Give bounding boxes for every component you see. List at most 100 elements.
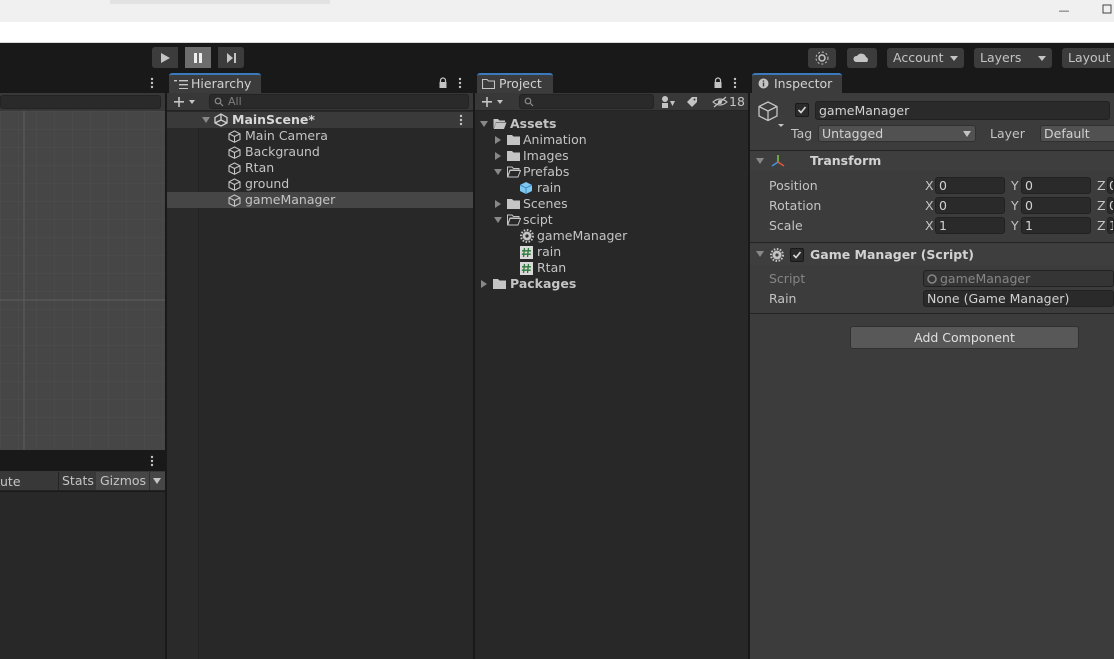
scene-kebab-icon[interactable] [458, 113, 464, 127]
tab-hierarchy[interactable]: Hierarchy [169, 73, 261, 93]
collapse-arrow-icon[interactable] [495, 200, 501, 208]
tab-inspector[interactable]: Inspector [752, 73, 842, 93]
object-name-input[interactable]: gameManager [815, 101, 1110, 120]
create-asset-button[interactable] [481, 95, 507, 109]
position-y-input[interactable]: 0 [1021, 177, 1091, 194]
tree-label: rain [537, 180, 562, 195]
project-kebab-icon[interactable] [731, 76, 739, 90]
services-button[interactable] [808, 48, 836, 68]
account-dropdown[interactable]: Account [887, 48, 964, 68]
scale-x-input[interactable]: 1 [935, 217, 1005, 234]
mute-audio-toggle[interactable]: ute Audio [0, 473, 55, 506]
step-button[interactable] [218, 47, 244, 68]
hierarchy-item[interactable]: Main Camera [167, 128, 473, 144]
object-icon-button[interactable] [756, 100, 786, 128]
pause-button[interactable] [185, 47, 211, 68]
scene-row[interactable]: MainScene* [167, 112, 473, 128]
rotation-label[interactable]: Rotation [769, 197, 821, 214]
tree-item-prefabs[interactable]: Prefabs [475, 164, 748, 180]
project-lock-icon[interactable] [713, 77, 723, 89]
rain-label[interactable]: Rain [769, 290, 796, 307]
y-label[interactable]: Y [1011, 197, 1019, 214]
tree-item-assets[interactable]: Assets [475, 116, 748, 132]
scene-tabbar [0, 73, 165, 93]
tree-item-packages[interactable]: Packages [475, 276, 748, 292]
hierarchy-item[interactable]: Backgraund [167, 144, 473, 160]
tree-item-gamemanager-script[interactable]: gameManager [475, 228, 748, 244]
hierarchy-lock-icon[interactable] [438, 77, 448, 89]
position-x-input[interactable]: 0 [935, 177, 1005, 194]
active-checkbox[interactable] [795, 103, 809, 117]
tag-dropdown[interactable]: Untagged [818, 125, 976, 142]
expand-arrow-icon[interactable] [756, 158, 764, 164]
maximize-icon[interactable] [1100, 4, 1114, 18]
rotation-x-input[interactable]: 0 [935, 197, 1005, 214]
position-label[interactable]: Position [769, 177, 818, 194]
collapse-arrow-icon[interactable] [495, 152, 501, 160]
scene-kebab-icon[interactable] [148, 76, 156, 90]
x-label[interactable]: X [925, 177, 934, 194]
scene-view[interactable] [0, 111, 165, 450]
rain-object-field[interactable]: None (Game Manager) [923, 290, 1114, 307]
collapse-arrow-icon[interactable] [495, 136, 501, 144]
play-button[interactable] [152, 47, 178, 68]
x-label[interactable]: X [925, 197, 934, 214]
scale-z-input[interactable]: 1 [1107, 217, 1114, 234]
position-z-input[interactable]: 0 [1107, 177, 1114, 194]
expand-arrow-icon[interactable] [202, 117, 210, 123]
hierarchy-search-input[interactable]: All [209, 94, 469, 109]
z-label[interactable]: Z [1097, 217, 1106, 234]
script-enabled-checkbox[interactable] [790, 248, 804, 262]
minimize-icon[interactable]: — [1057, 4, 1071, 18]
tree-item-scenes[interactable]: Scenes [475, 196, 748, 212]
y-label[interactable]: Y [1011, 217, 1019, 234]
layout-dropdown[interactable]: Layout [1062, 48, 1114, 68]
scene-search-field[interactable] [0, 95, 161, 109]
tree-item-animation[interactable]: Animation [475, 132, 748, 148]
layers-label: Layers [980, 50, 1022, 65]
cloud-button[interactable] [847, 48, 877, 68]
expand-arrow-icon[interactable] [494, 169, 502, 175]
z-label[interactable]: Z [1097, 197, 1106, 214]
hierarchy-search-placeholder: All [228, 95, 242, 108]
scale-y-input[interactable]: 1 [1021, 217, 1091, 234]
y-label[interactable]: Y [1011, 177, 1019, 194]
x-label[interactable]: X [925, 217, 934, 234]
search-by-label-button[interactable] [685, 95, 699, 109]
tree-item-rain-script[interactable]: rain [475, 244, 748, 260]
script-field: gameManager [923, 270, 1114, 287]
project-search-input[interactable] [519, 94, 654, 109]
search-by-type-button[interactable] [660, 95, 676, 109]
collapse-arrow-icon[interactable] [481, 280, 487, 288]
hierarchy-item[interactable]: Rtan [167, 160, 473, 176]
add-object-button[interactable] [173, 95, 199, 109]
transform-header[interactable]: Transform [750, 151, 1114, 171]
unity-scene-icon [214, 113, 228, 127]
gizmos-toggle[interactable]: Gizmos [96, 472, 149, 490]
game-view[interactable] [0, 492, 165, 659]
tab-project[interactable]: Project [477, 73, 553, 93]
hierarchy-item[interactable]: ground [167, 176, 473, 192]
tree-item-images[interactable]: Images [475, 148, 748, 164]
expand-arrow-icon[interactable] [480, 121, 488, 127]
z-label[interactable]: Z [1097, 177, 1106, 194]
game-manager-header[interactable]: Game Manager (Script) [750, 244, 1114, 265]
tree-item-rain-prefab[interactable]: rain [475, 180, 748, 196]
rotation-z-input[interactable]: 0 [1107, 197, 1114, 214]
layers-dropdown[interactable]: Layers [974, 48, 1052, 68]
expand-arrow-icon[interactable] [494, 217, 502, 223]
checkmark-icon [792, 251, 802, 259]
layer-dropdown[interactable]: Default [1040, 125, 1114, 142]
scale-label[interactable]: Scale [769, 217, 803, 234]
gizmos-dropdown[interactable] [149, 472, 165, 490]
expand-arrow-icon[interactable] [756, 251, 764, 257]
hierarchy-item-selected[interactable]: gameManager [167, 192, 473, 208]
hidden-packages-toggle[interactable]: 18 [710, 94, 746, 110]
stats-toggle[interactable]: Stats [58, 472, 95, 490]
tree-item-rtan-script[interactable]: Rtan [475, 260, 748, 276]
add-component-button[interactable]: Add Component [850, 326, 1079, 349]
rotation-y-input[interactable]: 0 [1021, 197, 1091, 214]
hierarchy-kebab-icon[interactable] [456, 76, 464, 90]
tree-item-scipt[interactable]: scipt [475, 212, 748, 228]
game-kebab-icon[interactable] [148, 454, 156, 468]
